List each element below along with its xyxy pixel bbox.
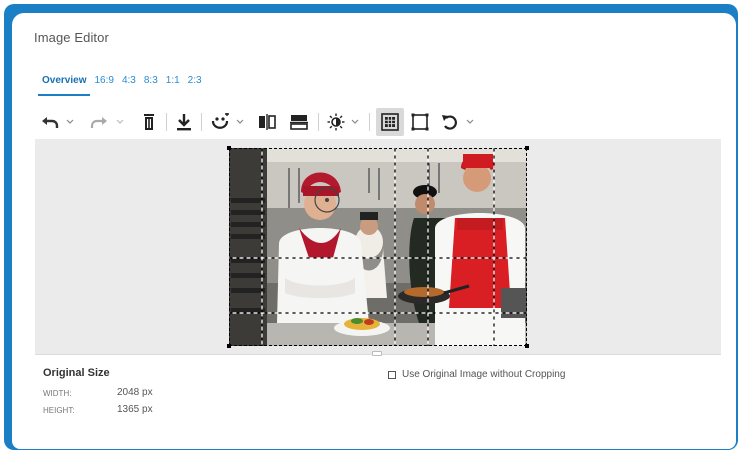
original-size-heading: Original Size	[43, 367, 110, 379]
download-icon[interactable]	[173, 110, 195, 134]
chevron-down-icon[interactable]	[347, 110, 363, 134]
tab-16-9[interactable]: 16:9	[90, 74, 117, 96]
redo-icon[interactable]	[86, 110, 112, 134]
toolbar-divider	[318, 113, 319, 131]
crop-handle-bottom-left[interactable]	[227, 344, 231, 348]
tab-overview[interactable]: Overview	[38, 74, 91, 96]
chevron-down-icon[interactable]	[112, 110, 128, 134]
rotate-icon[interactable]	[438, 110, 462, 134]
width-label: WIDTH:	[43, 389, 72, 398]
tab-1-1[interactable]: 1:1	[162, 74, 184, 96]
brightness-icon[interactable]	[325, 110, 347, 134]
chevron-down-icon[interactable]	[232, 110, 248, 134]
width-value: 2048 px	[117, 387, 153, 398]
crop-frame[interactable]	[227, 146, 529, 348]
crop-handle-top-right[interactable]	[525, 146, 529, 150]
height-label: HEIGHT:	[43, 406, 75, 415]
use-original-checkbox[interactable]	[388, 370, 396, 379]
crop-icon[interactable]	[406, 110, 434, 134]
use-original-option[interactable]: Use Original Image without Cropping	[388, 369, 565, 380]
toolbar-divider	[201, 113, 202, 131]
crop-handle-top-left[interactable]	[227, 146, 231, 150]
resize-grip-icon[interactable]	[372, 351, 382, 356]
chevron-down-icon[interactable]	[62, 110, 78, 134]
tab-8-3[interactable]: 8:3	[140, 74, 162, 96]
undo-icon[interactable]	[38, 110, 62, 134]
flip-vertical-icon[interactable]	[286, 110, 312, 134]
flip-horizontal-icon[interactable]	[254, 110, 280, 134]
delete-icon[interactable]	[138, 110, 160, 134]
use-original-label[interactable]: Use Original Image without Cropping	[402, 369, 565, 380]
editor-toolbar	[38, 108, 478, 136]
tab-4-3[interactable]: 4:3	[118, 74, 140, 96]
crop-handle-bottom-right[interactable]	[525, 344, 529, 348]
aspect-ratio-tabs: Overview 16:9 4:3 8:3 1:1 2:3	[38, 74, 206, 96]
dialog-title: Image Editor	[34, 30, 109, 45]
tab-2-3[interactable]: 2:3	[184, 74, 206, 96]
toolbar-divider	[166, 113, 167, 131]
grid-icon[interactable]	[376, 108, 404, 136]
face-detect-icon[interactable]	[208, 110, 232, 134]
toolbar-divider	[369, 113, 370, 131]
height-value: 1365 px	[117, 404, 153, 415]
chevron-down-icon[interactable]	[462, 110, 478, 134]
